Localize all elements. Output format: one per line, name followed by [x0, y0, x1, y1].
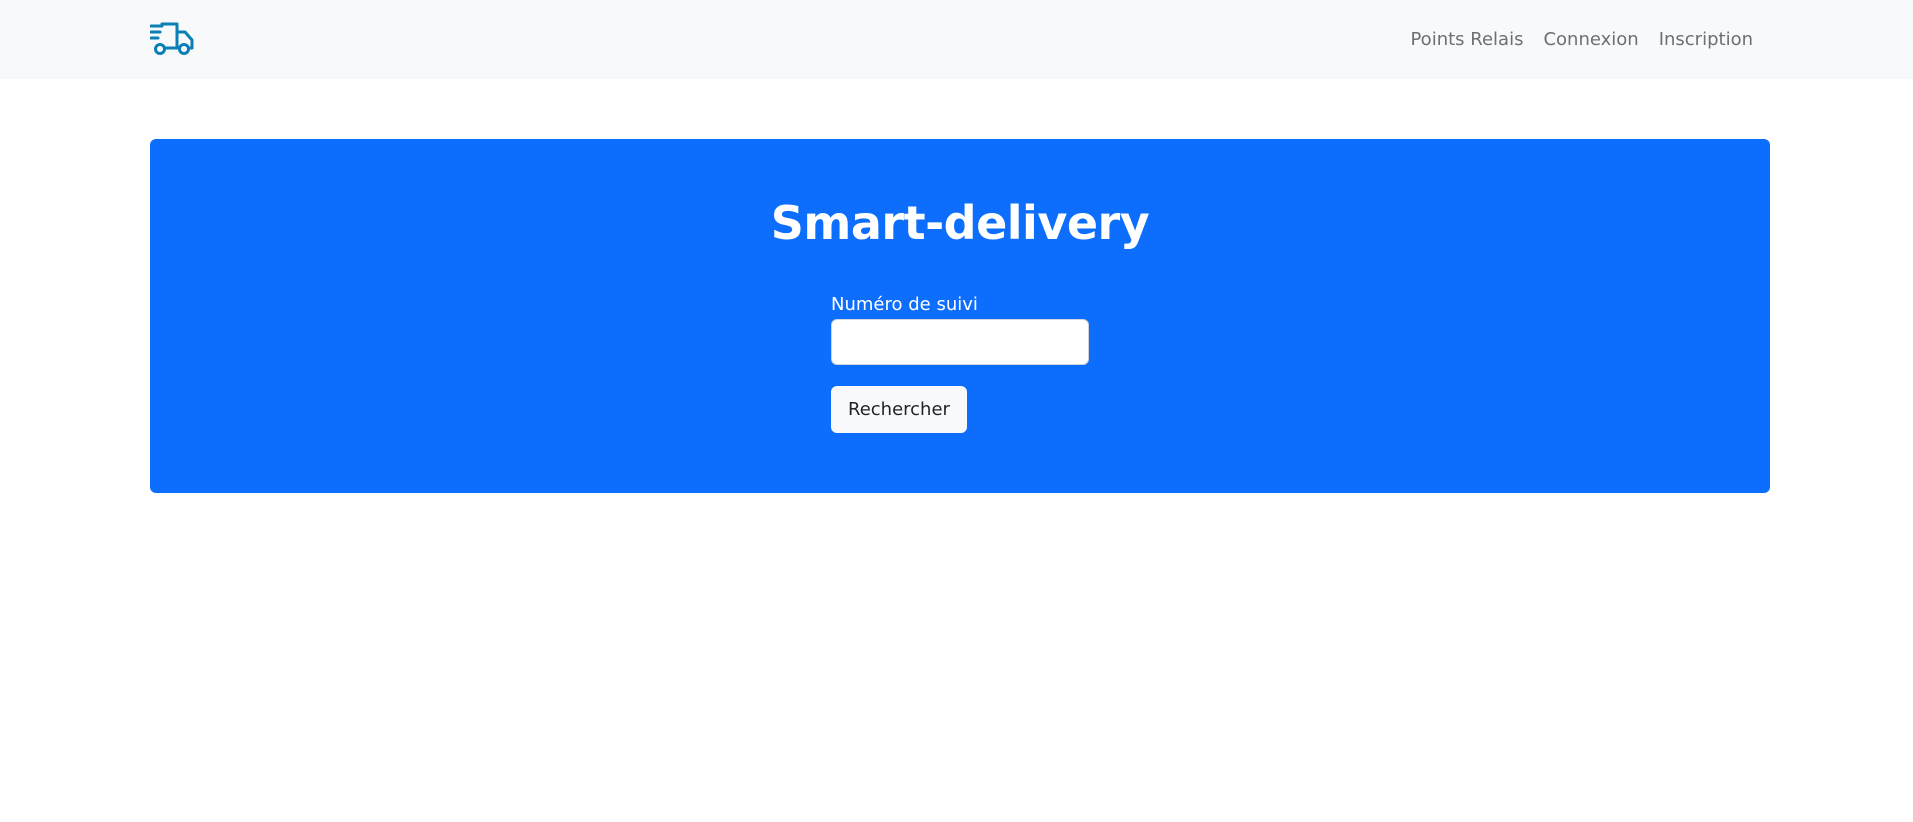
navbar: Points Relais Connexion Inscription	[0, 0, 1913, 79]
hero-banner: Smart-delivery Numéro de suivi Recherche…	[150, 139, 1770, 493]
tracking-number-input[interactable]	[831, 319, 1089, 365]
page-title: Smart-delivery	[770, 196, 1150, 250]
tracking-form: Numéro de suivi Rechercher	[831, 293, 1091, 433]
nav-link-points-relais[interactable]: Points Relais	[1400, 29, 1533, 50]
nav-link-inscription[interactable]: Inscription	[1649, 29, 1763, 50]
tracking-number-label: Numéro de suivi	[831, 294, 978, 315]
delivery-truck-icon[interactable]	[149, 21, 196, 57]
nav-link-connexion[interactable]: Connexion	[1533, 29, 1648, 50]
search-button[interactable]: Rechercher	[831, 386, 967, 433]
nav-links: Points Relais Connexion Inscription	[1400, 0, 1763, 79]
